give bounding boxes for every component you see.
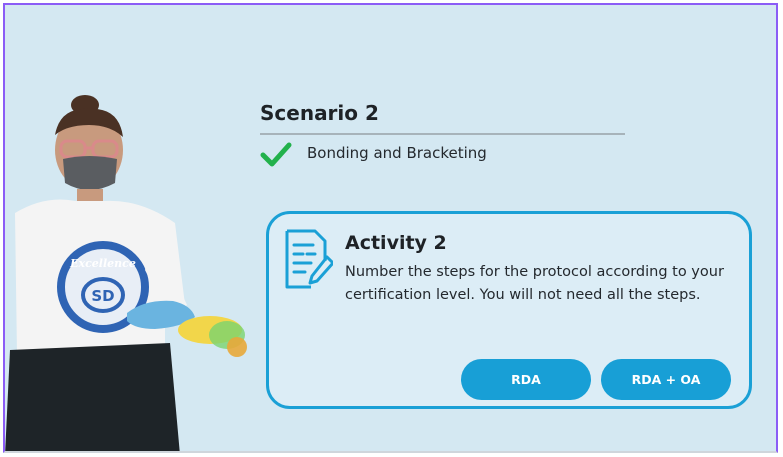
activity-description: Number the steps for the protocol accord…	[345, 264, 724, 303]
rda-oa-button[interactable]: RDA + OA	[601, 359, 731, 400]
title-divider	[260, 133, 625, 135]
scenario-title: Scenario 2	[260, 101, 379, 125]
check-icon	[260, 142, 292, 167]
rda-button[interactable]: RDA	[461, 359, 591, 400]
svg-text:SD: SD	[91, 287, 114, 305]
document-edit-icon	[285, 229, 333, 289]
activity-title: Activity 2	[345, 232, 447, 254]
svg-text:Excellence: Excellence	[69, 257, 136, 270]
activity-card: Activity 2 Number the steps for the prot…	[266, 211, 752, 409]
instructor-photo: SD Excellence	[5, 95, 247, 451]
scenario-topic: Bonding and Bracketing	[307, 144, 487, 162]
scenario-slide: SD Excellence Scenario 2 Bonding and Bra…	[3, 3, 778, 453]
